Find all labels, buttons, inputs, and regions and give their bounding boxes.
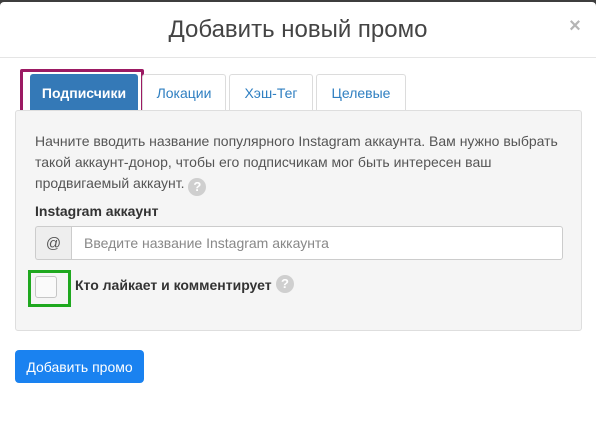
- question-circle-icon[interactable]: ?: [276, 275, 294, 293]
- promo-type-tabs: Подписчики Локации Хэш-Тег Целевые: [0, 74, 596, 110]
- likes-comments-checkbox[interactable]: [35, 276, 57, 298]
- likes-comments-label[interactable]: Кто лайкает и комментирует: [75, 276, 272, 294]
- tab-subscribers[interactable]: Подписчики: [30, 74, 138, 110]
- add-promo-button[interactable]: Добавить промо: [15, 350, 144, 383]
- instagram-account-label: Instagram аккаунт: [35, 203, 159, 219]
- close-icon[interactable]: ×: [566, 16, 584, 36]
- modal-title: Добавить новый промо: [168, 16, 428, 43]
- modal-header: Добавить новый промо ×: [0, 2, 596, 58]
- intro-text-body: Начните вводить название популярного Ins…: [35, 133, 558, 191]
- tab-panel-subscribers: Начните вводить название популярного Ins…: [15, 110, 582, 331]
- instagram-account-input-group: @: [35, 226, 563, 260]
- instagram-account-input[interactable]: [71, 226, 563, 260]
- tab-hashtag[interactable]: Хэш-Тег: [229, 74, 313, 110]
- at-sign-addon: @: [35, 226, 71, 260]
- question-circle-icon[interactable]: ?: [188, 178, 207, 196]
- intro-text: Начните вводить название популярного Ins…: [35, 131, 570, 196]
- tab-locations[interactable]: Локации: [142, 74, 226, 110]
- add-promo-modal: Добавить новый промо × Подписчики Локаци…: [0, 2, 596, 432]
- tab-targeted[interactable]: Целевые: [316, 74, 406, 110]
